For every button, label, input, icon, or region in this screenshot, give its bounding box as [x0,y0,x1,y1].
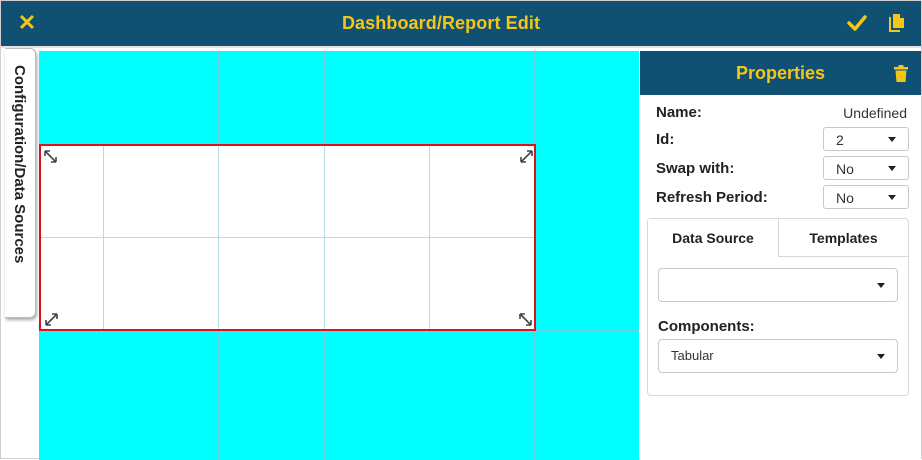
tab-templates[interactable]: Templates [779,219,908,257]
refresh-row: Refresh Period: No [656,185,909,209]
properties-tabs: Data Source Templates Components: Tabula… [647,218,909,396]
side-tab-label: Configuration/Data Sources [11,65,28,264]
swap-row: Swap with: No [656,156,909,180]
refresh-period-dropdown[interactable]: No [823,185,909,209]
caret-down-icon [888,195,896,200]
components-value: Tabular [671,348,714,363]
tab-data-source[interactable]: Data Source [648,219,779,257]
trash-icon[interactable] [894,65,908,82]
checkmark-icon[interactable] [846,12,868,34]
components-dropdown[interactable]: Tabular [658,339,898,373]
caret-down-icon [877,283,885,288]
name-row: Name: Undefined [656,100,909,124]
copy-icon[interactable] [887,12,907,34]
selected-widget[interactable] [39,144,536,331]
swap-with-dropdown[interactable]: No [823,156,909,180]
resize-handle-top-right-icon[interactable] [518,149,534,165]
resize-handle-bottom-left-icon[interactable] [43,312,59,328]
id-dropdown-value: 2 [836,132,844,148]
grid-line [41,237,534,238]
data-source-dropdown[interactable] [658,268,898,302]
refresh-dropdown-value: No [836,190,854,206]
properties-panel: Properties Name: Undefined Id: 2 Swap wi… [640,51,921,460]
components-label: Components: [658,318,755,335]
properties-title: Properties [735,63,826,83]
top-bar: ✕ Dashboard/Report Edit [1,1,921,46]
resize-handle-top-left-icon[interactable] [43,149,59,165]
swap-dropdown-value: No [836,161,854,177]
header-divider [1,46,921,48]
swap-label: Swap with: [656,160,735,177]
name-value: Undefined [843,105,907,121]
resize-handle-bottom-right-icon[interactable] [518,312,534,328]
configuration-data-sources-tab[interactable]: Configuration/Data Sources [5,48,36,318]
caret-down-icon [888,137,896,142]
layout-canvas[interactable] [39,51,639,460]
id-label: Id: [656,131,675,148]
page-title: Dashboard/Report Edit [341,13,541,33]
name-label: Name: [656,104,702,121]
id-dropdown[interactable]: 2 [823,127,909,151]
grid-line [39,423,639,424]
refresh-label: Refresh Period: [656,189,768,206]
caret-down-icon [877,354,885,359]
properties-header: Properties [640,51,921,95]
id-row: Id: 2 [656,127,909,151]
caret-down-icon [888,166,896,171]
